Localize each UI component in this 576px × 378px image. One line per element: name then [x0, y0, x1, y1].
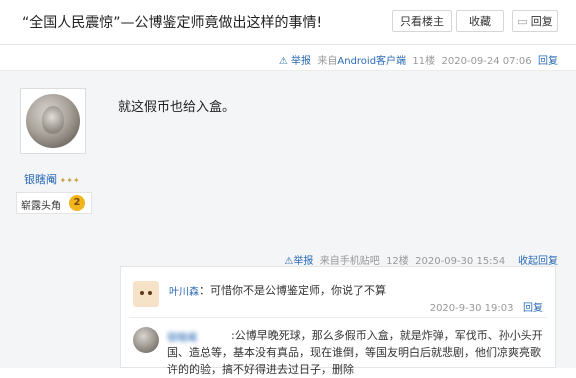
user-badge-icon: ✦✦✦ — [57, 176, 80, 185]
commenter-avatar[interactable] — [133, 327, 159, 353]
comment-reply-link[interactable]: 回复 — [523, 303, 543, 314]
report-link[interactable]: 举报 — [291, 56, 311, 67]
from-prefix: 来自 — [317, 56, 338, 67]
comment-meta: 2020-9-30 19:03 回复 — [430, 299, 543, 314]
reply-icon: ▭ — [517, 15, 528, 28]
comment-text: :公博早晚死球，那么多假币入盒，就是炸弹，军伐币、孙小头开国、造总等，基本没有真… — [167, 329, 543, 376]
rank-title: 崭露头角 — [21, 201, 61, 212]
user-rank-badge: 崭露头角 2 — [16, 192, 92, 214]
avatar[interactable] — [20, 88, 86, 154]
author-name-text: 银瞎阉 — [24, 173, 57, 186]
commenter-avatar[interactable] — [133, 281, 159, 307]
comment-text-body: 公博早晚死球，那么多假币入盒，就是炸弹，军伐币、孙小头开国、造总等，基本没有真品… — [167, 329, 543, 376]
coin-avatar-image — [26, 94, 80, 148]
post-content: 就这假币也给入盒。 — [118, 100, 236, 115]
floor11-meta: ⚠ 举报 来自Android客户端 11楼 2020-09-24 07:06 回… — [279, 52, 558, 67]
author-name[interactable]: 银瞎阉 ✦✦✦ — [24, 171, 80, 187]
reply-button[interactable]: ▭ 回复 — [512, 10, 558, 32]
comment-time: 2020-9-30 19:03 — [429, 303, 514, 314]
post-time: 2020-09-24 07:06 — [441, 56, 532, 67]
favorite-button[interactable]: 收藏 — [456, 10, 504, 32]
floor-number: 11楼 — [412, 56, 436, 67]
comment-text-body: 可惜你不是公博鉴定师，你说了不算 — [210, 284, 386, 297]
floor12-meta: ⚠举报 来自手机贴吧 12楼 2020-09-30 15:54 收起回复 — [284, 252, 558, 267]
thread-header: “全国人民震惊”—公博鉴定师竟做出这样的事情! 只看楼主 收藏 ▭ 回复 — [0, 0, 576, 45]
comment-text: ：可惜你不是公博鉴定师，你说了不算 — [199, 284, 386, 297]
report-icon: ⚠ — [278, 56, 288, 67]
floor11-reply-link[interactable]: 回复 — [538, 56, 558, 67]
comment-divider — [129, 317, 547, 318]
reply-button-label: 回复 — [530, 15, 553, 28]
only-author-button[interactable]: 只看楼主 — [392, 10, 452, 32]
thread-title: “全国人民震惊”—公博鉴定师竟做出这样的事情! — [22, 15, 323, 31]
comment-list: 叶川森 ：可惜你不是公博鉴定师，你说了不算 2020-9-30 19:03 回复… — [120, 266, 556, 376]
commenter-name[interactable]: 叶川森 — [169, 283, 199, 298]
level-medal-icon: 2 — [69, 195, 85, 211]
client-link[interactable]: Android客户端 — [337, 56, 406, 67]
